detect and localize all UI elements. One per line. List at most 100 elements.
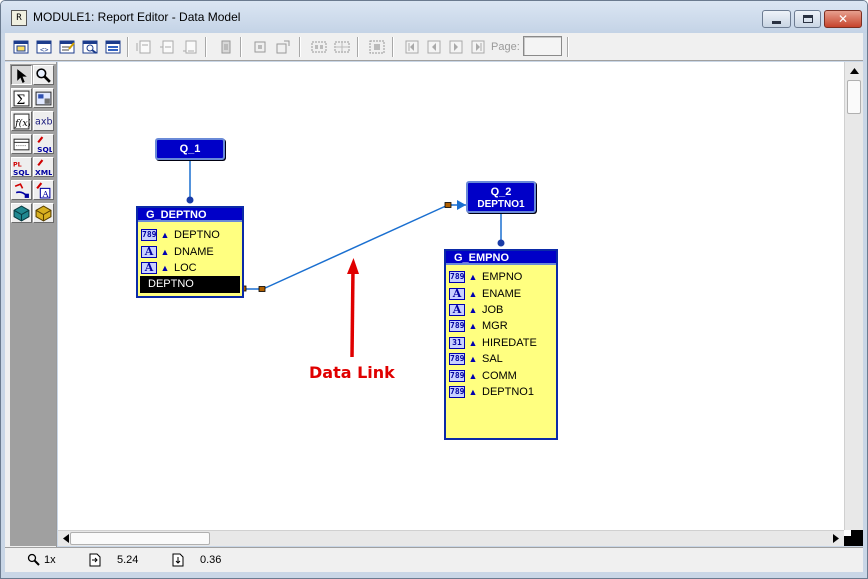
insert-page-break-icon[interactable] — [158, 38, 176, 56]
arrow-up-icon: ▲ — [160, 246, 170, 257]
horizontal-position-indicator: 5.24 — [88, 553, 138, 567]
column-row[interactable]: 789 ▲ MGR — [446, 318, 556, 334]
previous-page-icon[interactable] — [425, 38, 443, 56]
status-bar: 1x 5.24 0.36 — [5, 547, 863, 572]
char-type-icon: A — [449, 287, 465, 300]
resize-icon[interactable] — [274, 38, 292, 56]
chevron-up-icon — [849, 68, 859, 74]
selected-column-row[interactable]: DEPTNO — [140, 276, 240, 293]
plsql-query-icon[interactable]: PL SQL — [11, 157, 32, 177]
xml-query-icon[interactable]: XML — [33, 157, 54, 177]
ungroup-icon[interactable] — [333, 38, 351, 56]
group-g-deptno[interactable]: G_DEPTNO 789 ▲ DEPTNO A ▲ DNAME A ▲ LOC — [136, 206, 244, 298]
arrow-up-icon: ▲ — [468, 304, 478, 315]
svg-text:axb: axb — [35, 116, 52, 127]
column-row[interactable]: 789 ▲ DEPTNO — [138, 227, 242, 243]
column-row[interactable]: A ▲ ENAME — [446, 285, 556, 301]
vertical-scroll-thumb[interactable] — [847, 80, 861, 114]
sql-query-icon[interactable]: SQL — [33, 134, 54, 154]
column-name: DEPTNO1 — [482, 385, 534, 398]
toolbar: <> Page: — [5, 33, 863, 61]
scroll-up-button[interactable] — [845, 62, 863, 80]
column-row[interactable]: 31 ▲ HIREDATE — [446, 335, 556, 351]
ref-cursor-query-icon[interactable] — [11, 134, 32, 154]
data-link-handle[interactable] — [258, 286, 266, 292]
svg-text:A: A — [41, 189, 49, 198]
column-row[interactable]: A ▲ LOC — [138, 260, 242, 276]
close-button[interactable]: ✕ — [824, 10, 862, 28]
maximize-icon — [802, 15, 813, 23]
magnify-icon[interactable] — [33, 65, 54, 85]
toolbar-separator — [392, 37, 394, 57]
minimize-icon — [772, 20, 781, 24]
summary-column-icon[interactable]: Σ — [11, 88, 32, 108]
next-page-icon[interactable] — [447, 38, 465, 56]
insert-field-icon[interactable] — [135, 38, 153, 56]
group-g-empno[interactable]: G_EMPNO 789 ▲ EMPNO A ▲ ENAME A ▲ JOB 78… — [444, 249, 558, 440]
toolbar-separator — [567, 37, 569, 57]
data-model-view-icon[interactable] — [12, 38, 30, 56]
minimize-button[interactable] — [762, 10, 791, 28]
query-q2[interactable]: Q_2 DEPTNO1 — [466, 181, 536, 213]
first-page-icon[interactable] — [403, 38, 421, 56]
svg-text:Σ: Σ — [16, 92, 25, 106]
query-q1[interactable]: Q_1 — [155, 138, 225, 160]
horizontal-scroll-thumb[interactable] — [70, 532, 210, 545]
report-editor-window: R MODULE1: Report Editor - Data Model ✕ … — [0, 0, 868, 579]
query1-connector-dot — [186, 196, 194, 204]
position-y-value: 0.36 — [200, 554, 222, 566]
formula-column-icon[interactable]: f(x) — [11, 111, 32, 131]
insert-page-number-icon[interactable] — [181, 38, 199, 56]
jdbc-query-icon[interactable] — [33, 203, 54, 223]
select-icon[interactable] — [11, 65, 32, 85]
column-name: LOC — [174, 261, 197, 274]
toolbar-separator — [357, 37, 359, 57]
maximize-button[interactable] — [794, 10, 821, 28]
parameter-form-view-icon[interactable] — [104, 38, 122, 56]
data-model-canvas[interactable]: Q_1 G_DEPTNO 789 ▲ DEPTNO A ▲ DNAME A ▲ — [58, 62, 844, 530]
arrow-up-icon: ▲ — [468, 321, 478, 332]
align-icon[interactable] — [251, 38, 269, 56]
chevron-right-icon — [833, 534, 839, 543]
data-link-handle[interactable] — [444, 202, 452, 208]
window-title: MODULE1: Report Editor - Data Model — [33, 10, 241, 24]
char-type-icon: A — [141, 261, 157, 274]
last-page-icon[interactable] — [469, 38, 487, 56]
number-type-icon: 789 — [449, 353, 465, 366]
query-q2-link-column: DEPTNO1 — [477, 199, 525, 210]
number-type-icon: 789 — [449, 271, 465, 284]
text-query-icon[interactable]: A — [33, 180, 54, 200]
chevron-left-icon — [63, 534, 69, 543]
express-query-icon[interactable] — [11, 203, 32, 223]
number-type-icon: 789 — [141, 229, 157, 242]
group-icon[interactable] — [310, 38, 328, 56]
char-type-icon: A — [141, 245, 157, 258]
vertical-position-icon — [172, 553, 184, 567]
move-forward-icon[interactable] — [217, 38, 235, 56]
horizontal-scrollbar[interactable] — [58, 530, 844, 546]
column-row[interactable]: 789 ▲ DEPTNO1 — [446, 384, 556, 400]
select-parent-frame-icon[interactable] — [368, 38, 386, 56]
cross-product-icon[interactable]: axb — [33, 111, 54, 131]
column-row[interactable]: 789 ▲ EMPNO — [446, 269, 556, 285]
paper-design-view-icon[interactable] — [81, 38, 99, 56]
callout-arrowhead — [347, 258, 359, 274]
paper-layout-view-icon[interactable] — [58, 38, 76, 56]
data-link-line[interactable] — [262, 204, 449, 290]
column-row[interactable]: A ▲ DNAME — [138, 243, 242, 259]
placeholder-column-icon[interactable] — [33, 88, 54, 108]
web-source-view-icon[interactable]: <> — [35, 38, 53, 56]
column-row[interactable]: A ▲ JOB — [446, 302, 556, 318]
column-row[interactable]: 789 ▲ COMM — [446, 367, 556, 383]
data-link-annotation: Data Link — [309, 363, 395, 382]
title-bar: R MODULE1: Report Editor - Data Model ✕ — [1, 1, 867, 33]
column-name: DNAME — [174, 245, 214, 258]
data-link-icon[interactable] — [11, 180, 32, 200]
scrollbar-corner — [844, 530, 863, 546]
query-q1-label: Q_1 — [179, 143, 201, 155]
vertical-scrollbar[interactable] — [844, 62, 863, 530]
scroll-right-button[interactable] — [828, 531, 844, 546]
page-number-field[interactable] — [523, 36, 562, 56]
horizontal-position-icon — [89, 553, 101, 567]
column-row[interactable]: 789 ▲ SAL — [446, 351, 556, 367]
